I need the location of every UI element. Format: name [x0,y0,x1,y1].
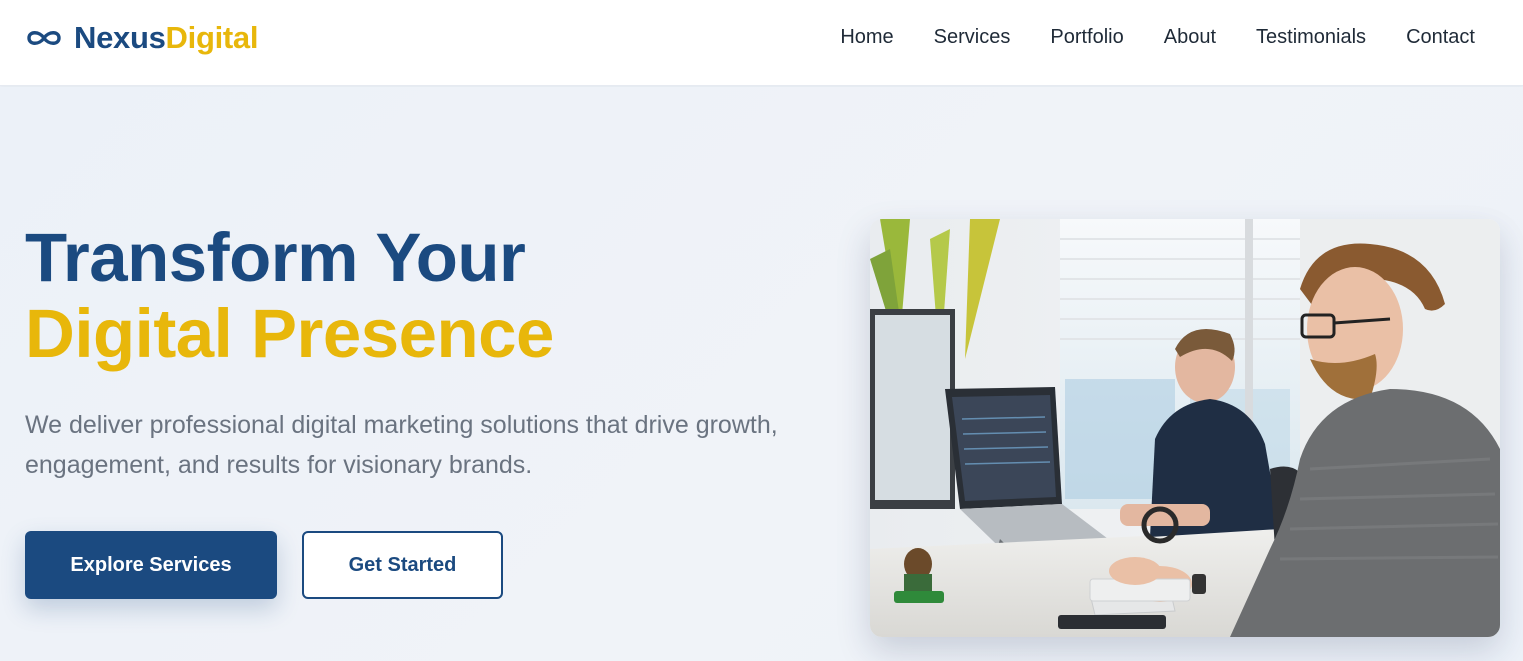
nav-item-about[interactable]: About [1164,24,1216,50]
hero-headline: Transform Your Digital Presence [25,220,554,372]
site-header: NexusDigital Home Services Portfolio Abo… [0,0,1523,86]
hero-image [870,219,1500,637]
hero-title-line1: Transform Your [25,219,526,296]
explore-services-button[interactable]: Explore Services [25,531,277,599]
brand-logo[interactable]: NexusDigital [24,18,258,58]
nav-item-testimonials[interactable]: Testimonials [1256,24,1366,50]
hero-title-line2: Digital Presence [25,295,554,372]
office-photo-illustration [870,219,1500,637]
nav-item-contact[interactable]: Contact [1406,24,1475,50]
nav-item-home[interactable]: Home [840,24,893,50]
get-started-button[interactable]: Get Started [302,531,503,599]
main-nav: Home Services Portfolio About Testimonia… [800,24,1475,50]
brand-name-part1: Nexus [74,20,166,55]
hero-subtitle: We deliver professional digital marketin… [25,411,778,479]
hero-section: Transform Your Digital Presence We deliv… [0,87,1523,661]
infinity-icon [27,31,61,45]
nav-item-portfolio[interactable]: Portfolio [1050,24,1123,50]
nav-item-services[interactable]: Services [934,24,1011,50]
brand-name: NexusDigital [74,20,258,56]
brand-name-part2: Digital [165,20,259,55]
